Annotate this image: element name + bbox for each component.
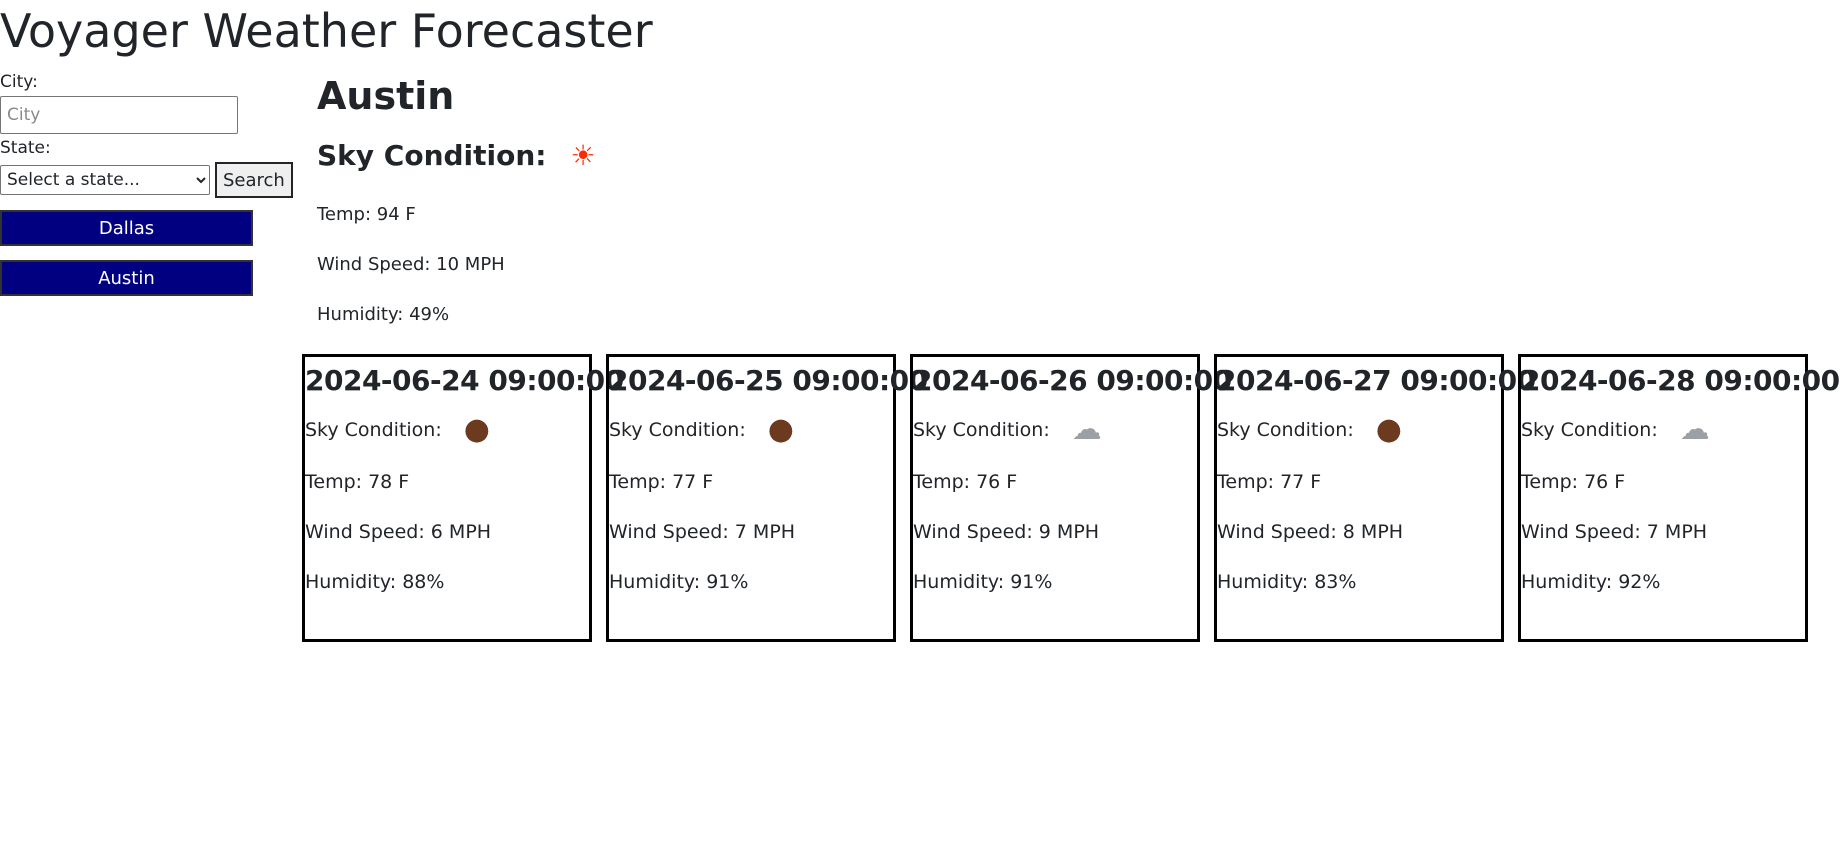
forecast-humidity: Humidity: 83% <box>1217 571 1357 593</box>
night-clouds-icon: ● <box>767 412 794 447</box>
forecast-sky-condition: Sky Condition: ☁ <box>913 413 1197 447</box>
forecast-card: 2024-06-25 09:00:00 Sky Condition: ● Tem… <box>606 354 928 642</box>
forecast-wind: Wind Speed: 7 MPH <box>1521 521 1708 543</box>
current-wind: Wind Speed: 10 MPH <box>317 254 505 275</box>
forecast-sky-condition: Sky Condition: ● <box>305 413 589 447</box>
state-label: State: <box>0 138 51 158</box>
search-sidebar: City: State: Select a state... Search Da… <box>0 72 300 310</box>
forecast-card: 2024-06-26 09:00:00 Sky Condition: ☁ Tem… <box>910 354 1232 642</box>
history-button-dallas[interactable]: Dallas <box>0 210 253 246</box>
broken-clouds-icon: ☁ <box>1071 412 1102 447</box>
city-label: City: <box>0 72 38 92</box>
search-history: Dallas Austin <box>0 210 300 296</box>
city-input[interactable] <box>0 96 238 134</box>
forecast-wind: Wind Speed: 9 MPH <box>913 521 1100 543</box>
sun-icon: ☀ <box>570 139 596 172</box>
forecast-wind: Wind Speed: 7 MPH <box>609 521 796 543</box>
forecast-wind: Wind Speed: 8 MPH <box>1217 521 1404 543</box>
forecast-sky-condition: Sky Condition: ☁ <box>1521 413 1805 447</box>
forecast-date: 2024-06-26 09:00:00 <box>913 364 1232 397</box>
forecast-date: 2024-06-27 09:00:00 <box>1217 364 1536 397</box>
current-sky-condition: Sky Condition: ☀ <box>317 134 596 178</box>
current-weather: Austin Sky Condition: ☀ Temp: 94 F Wind … <box>317 68 596 326</box>
app-title: Voyager Weather Forecaster <box>0 4 653 58</box>
state-select[interactable]: Select a state... <box>0 165 210 195</box>
forecast-humidity: Humidity: 91% <box>609 571 749 593</box>
forecast-sky-condition: Sky Condition: ● <box>1217 413 1501 447</box>
forecast-temp: Temp: 76 F <box>913 471 1018 493</box>
forecast-sky-label: Sky Condition: <box>305 419 442 441</box>
forecast-card: 2024-06-24 09:00:00 Sky Condition: ● Tem… <box>302 354 624 642</box>
forecast-sky-label: Sky Condition: <box>609 419 746 441</box>
forecast-humidity: Humidity: 92% <box>1521 571 1661 593</box>
current-humidity: Humidity: 49% <box>317 304 450 325</box>
forecast-card: 2024-06-27 09:00:00 Sky Condition: ● Tem… <box>1214 354 1536 642</box>
forecast-card: 2024-06-28 09:00:00 Sky Condition: ☁ Tem… <box>1518 354 1840 642</box>
state-row: Select a state... Search <box>0 162 300 198</box>
forecast-wind: Wind Speed: 6 MPH <box>305 521 492 543</box>
current-sky-label: Sky Condition: <box>317 139 547 172</box>
forecast-temp: Temp: 78 F <box>305 471 410 493</box>
forecast-temp: Temp: 77 F <box>609 471 714 493</box>
history-button-austin[interactable]: Austin <box>0 260 253 296</box>
night-clouds-icon: ● <box>463 412 490 447</box>
forecast-cards: 2024-06-24 09:00:00 Sky Condition: ● Tem… <box>302 354 1840 642</box>
forecast-temp: Temp: 77 F <box>1217 471 1322 493</box>
current-temp: Temp: 94 F <box>317 204 416 225</box>
search-button[interactable]: Search <box>215 162 293 198</box>
forecast-sky-label: Sky Condition: <box>1217 419 1354 441</box>
current-city-title: Austin <box>317 74 455 118</box>
forecast-sky-label: Sky Condition: <box>1521 419 1658 441</box>
forecast-humidity: Humidity: 88% <box>305 571 445 593</box>
forecast-date: 2024-06-24 09:00:00 <box>305 364 624 397</box>
forecast-sky-label: Sky Condition: <box>913 419 1050 441</box>
forecast-date: 2024-06-28 09:00:00 <box>1521 364 1840 397</box>
forecast-temp: Temp: 76 F <box>1521 471 1626 493</box>
cloud-icon: ☁ <box>1679 412 1710 447</box>
night-clouds-icon: ● <box>1375 412 1402 447</box>
forecast-sky-condition: Sky Condition: ● <box>609 413 893 447</box>
forecast-date: 2024-06-25 09:00:00 <box>609 364 928 397</box>
forecast-humidity: Humidity: 91% <box>913 571 1053 593</box>
